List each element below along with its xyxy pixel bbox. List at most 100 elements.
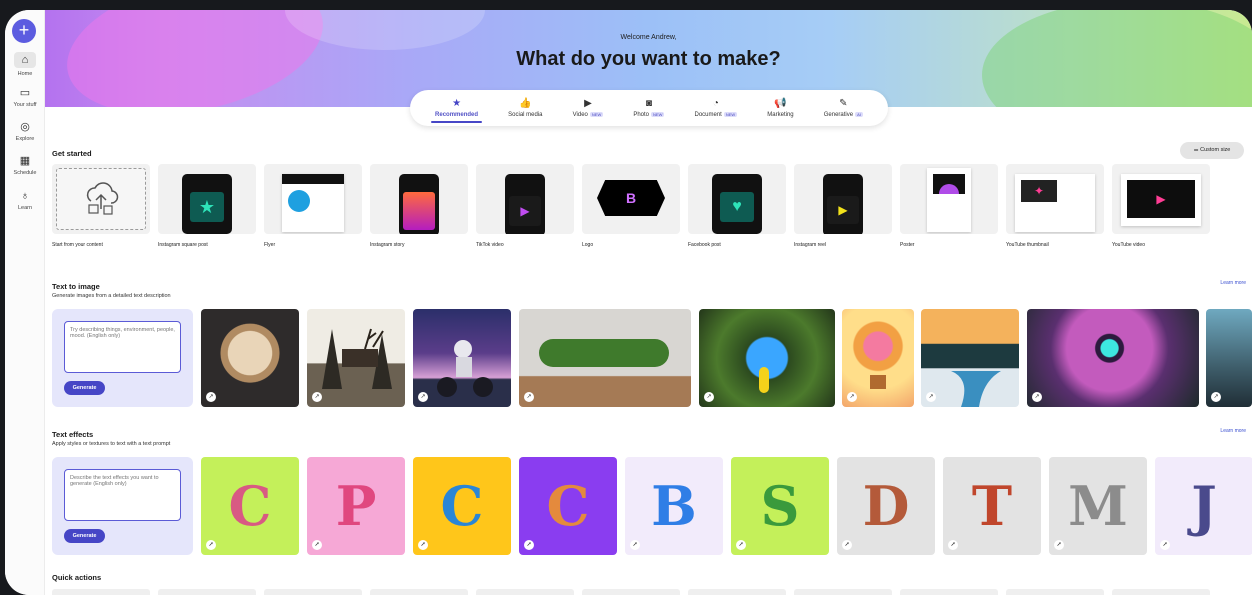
expand-icon[interactable]: ↗ [948, 540, 958, 550]
expand-icon[interactable]: ↗ [206, 392, 216, 402]
quick-action-card[interactable] [900, 589, 998, 595]
rail-item-home[interactable]: ⌂ Home [5, 52, 45, 77]
custom-size-button[interactable]: ⚌ Custom size [1180, 142, 1244, 159]
quick-action-card[interactable] [370, 589, 468, 595]
expand-icon[interactable]: ↗ [418, 392, 428, 402]
expand-icon[interactable]: ↗ [926, 392, 936, 402]
tab-generative[interactable]: ✎ Generative AI [824, 98, 863, 118]
expand-icon[interactable]: ↗ [312, 540, 322, 550]
card-label: Instagram square post [158, 242, 208, 248]
facebook-post-card[interactable]: ♥ [688, 164, 786, 234]
generated-image-winter-sunset[interactable]: ↗ [921, 309, 1019, 407]
text-effect-tile[interactable]: B ↗ [625, 457, 723, 555]
expand-icon[interactable]: ↗ [206, 540, 216, 550]
expand-icon[interactable]: ↗ [1160, 540, 1170, 550]
expand-icon[interactable]: ↗ [418, 540, 428, 550]
rail-label-schedule: Schedule [13, 170, 37, 176]
poster-card[interactable] [900, 164, 998, 234]
logo-card[interactable]: B [582, 164, 680, 234]
template-thumbnail: ▶ [823, 174, 863, 234]
effect-letter: J [1191, 474, 1217, 538]
quick-action-card[interactable] [582, 589, 680, 595]
quick-action-card[interactable] [1112, 589, 1210, 595]
rail-item-explore[interactable]: ◎ Explore [5, 121, 45, 142]
create-button[interactable]: + [12, 19, 36, 43]
tab-marketing[interactable]: 📢 Marketing [767, 98, 793, 118]
rail-item-your-stuff[interactable]: ▭ Your stuff [5, 87, 45, 108]
text-effect-tile[interactable]: D ↗ [837, 457, 935, 555]
rail-item-learn[interactable]: ♁ Learn [5, 190, 45, 211]
tab-video[interactable]: ▶ Video NEW [573, 98, 604, 118]
generated-image-alpaca[interactable]: ↗ [201, 309, 299, 407]
generated-image-owl[interactable]: ↗ [1027, 309, 1199, 407]
expand-icon[interactable]: ↗ [847, 392, 857, 402]
app-window: + ⌂ Home ▭ Your stuff ◎ Explore ▦ Schedu… [5, 10, 1252, 595]
rail-label-home: Home [17, 71, 33, 77]
quick-action-card[interactable] [52, 589, 150, 595]
generated-image-astronaut-motorcycle[interactable]: ↗ [413, 309, 511, 407]
generated-image-donut-balloon[interactable]: ↗ [842, 309, 914, 407]
youtube-video-card[interactable]: ▶ [1112, 164, 1210, 234]
text-effect-tile[interactable]: C ↗ [201, 457, 299, 555]
expand-icon[interactable]: ↗ [630, 540, 640, 550]
generated-image-elk[interactable]: ↗ [307, 309, 405, 407]
rail-label-your-stuff: Your stuff [13, 102, 37, 108]
expand-icon[interactable]: ↗ [1032, 392, 1042, 402]
generate-button[interactable]: Generate [64, 529, 105, 543]
card-label: Instagram reel [794, 242, 826, 248]
expand-icon[interactable]: ↗ [524, 392, 534, 402]
youtube-thumbnail-card[interactable]: ✦ [1006, 164, 1104, 234]
rail-item-schedule[interactable]: ▦ Schedule [5, 155, 45, 176]
effect-letter: C [546, 474, 590, 538]
generated-image-partial[interactable]: ↗ [1206, 309, 1252, 407]
expand-icon[interactable]: ↗ [312, 392, 322, 402]
text-effect-prompt-input[interactable] [64, 469, 181, 521]
expand-icon[interactable]: ↗ [842, 540, 852, 550]
tab-label: Generative [823, 112, 854, 119]
text-effect-tile[interactable]: S ↗ [731, 457, 829, 555]
quick-action-card[interactable] [158, 589, 256, 595]
custom-size-label: Custom size [1200, 147, 1231, 153]
expand-icon[interactable]: ↗ [524, 540, 534, 550]
tab-label: Recommended [435, 112, 479, 118]
flyer-card[interactable] [264, 164, 362, 234]
text-effect-tile[interactable]: C ↗ [413, 457, 511, 555]
section-title-text-to-image: Text to image [52, 282, 100, 291]
category-tabs: ★ Recommended 👍 Social media ▶ Video NEW … [410, 90, 888, 126]
text-effect-tile[interactable]: T ↗ [943, 457, 1041, 555]
expand-icon[interactable]: ↗ [1211, 392, 1221, 402]
tiktok-video-card[interactable]: ▶ [476, 164, 574, 234]
quick-action-card[interactable] [794, 589, 892, 595]
start-from-content-card[interactable] [52, 164, 150, 234]
learn-more-link[interactable]: Learn more [1220, 280, 1246, 286]
template-thumbnail: ★ [182, 174, 232, 234]
video-icon: ▶ [584, 97, 592, 109]
text-effect-tile[interactable]: J ↗ [1155, 457, 1252, 555]
tab-recommended[interactable]: ★ Recommended [431, 98, 483, 123]
instagram-story-card[interactable] [370, 164, 468, 234]
quick-action-card[interactable] [264, 589, 362, 595]
thumbs-up-icon: 👍 [519, 98, 532, 109]
learn-more-link[interactable]: Learn more [1220, 428, 1246, 434]
expand-icon[interactable]: ↗ [736, 540, 746, 550]
quick-action-card[interactable] [688, 589, 786, 595]
instagram-square-post-card[interactable]: ★ [158, 164, 256, 234]
generated-image-blue-creature[interactable]: ↗ [699, 309, 835, 407]
star-icon: ★ [452, 98, 462, 109]
expand-icon[interactable]: ↗ [1054, 540, 1064, 550]
text-effect-tile[interactable]: M ↗ [1049, 457, 1147, 555]
text-effect-tile[interactable]: C ↗ [519, 457, 617, 555]
tab-document[interactable]: ◔ Document NEW [694, 98, 738, 118]
quick-action-card[interactable] [1006, 589, 1104, 595]
generate-button[interactable]: Generate [64, 381, 105, 395]
tab-social-media[interactable]: 👍 Social media [508, 98, 542, 118]
prompt-input[interactable] [64, 321, 181, 373]
card-label: Instagram story [370, 242, 405, 248]
generated-image-plant-wall[interactable]: ↗ [519, 309, 691, 407]
instagram-reel-card[interactable]: ▶ [794, 164, 892, 234]
expand-icon[interactable]: ↗ [704, 392, 714, 402]
text-effect-tile[interactable]: P ↗ [307, 457, 405, 555]
template-thumbnail: ♥ [712, 174, 762, 234]
quick-action-card[interactable] [476, 589, 574, 595]
tab-photo[interactable]: ◙ Photo NEW [633, 98, 665, 118]
